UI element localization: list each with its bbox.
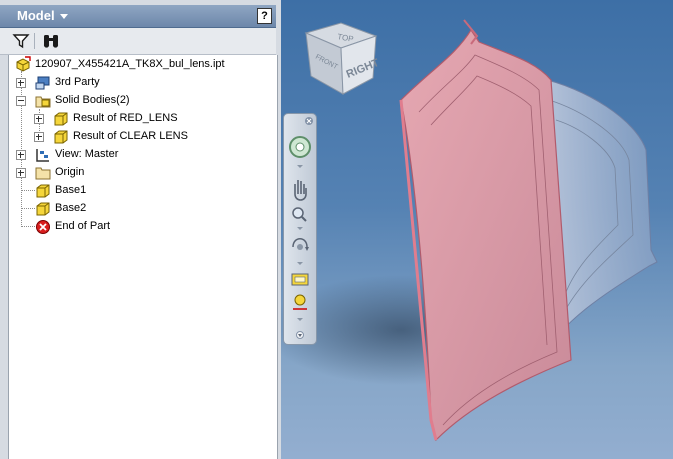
expand-toggle[interactable] — [34, 114, 44, 124]
expand-toggle[interactable] — [16, 150, 26, 160]
tree-item-label: Base1 — [55, 184, 87, 196]
collapse-toggle[interactable] — [16, 96, 26, 106]
body-feature-icon — [36, 202, 50, 216]
browser-toolbar — [0, 28, 276, 55]
chevron-down-icon[interactable] — [60, 14, 68, 19]
customize-icon[interactable] — [296, 331, 304, 339]
model-tree: 120907_X455421A_TK8X_bul_lens.ipt 3rd Pa… — [8, 55, 278, 459]
third-party-icon — [35, 76, 50, 90]
folder-icon — [35, 167, 51, 180]
navigation-bar — [283, 113, 317, 345]
tree-item-origin[interactable]: Origin — [9, 164, 269, 182]
tree-item-label: Result of CLEAR LENS — [73, 130, 188, 142]
tree-root-label: 120907_X455421A_TK8X_bul_lens.ipt — [35, 58, 225, 70]
pan-icon[interactable] — [294, 180, 307, 201]
tree-item-solid-bodies[interactable]: Solid Bodies(2) — [9, 92, 269, 110]
expand-toggle[interactable] — [16, 78, 26, 88]
solid-body-icon — [54, 130, 68, 144]
tree-item-label: End of Part — [55, 220, 111, 232]
tree-item-label: Result of RED_LENS — [73, 112, 178, 124]
tree-item-red-lens[interactable]: Result of RED_LENS — [9, 110, 269, 128]
tree-item-clear-lens[interactable]: Result of CLEAR LENS — [9, 128, 269, 146]
tree-item-label: Base2 — [55, 202, 87, 214]
steering-wheel-icon[interactable] — [289, 136, 311, 158]
toolbar-divider — [34, 33, 35, 49]
help-button[interactable]: ? — [257, 8, 272, 24]
filter-icon[interactable] — [12, 32, 30, 50]
expand-toggle[interactable] — [16, 168, 26, 178]
view-rep-icon — [36, 149, 49, 162]
tree-item-view-master[interactable]: View: Master — [9, 146, 269, 164]
tree-item-label: Origin — [55, 166, 85, 178]
navigation-bar-tools — [289, 117, 313, 339]
chevron-down-icon[interactable] — [297, 318, 303, 321]
viewcube[interactable]: TOP RIGHT FRONT — [301, 18, 381, 98]
tree-item-label: Solid Bodies(2) — [55, 94, 130, 106]
model-browser-panel: Model ? 120907_X455421A_TK8X_bul_lens.ip… — [0, 0, 281, 459]
chevron-down-icon[interactable] — [297, 262, 303, 265]
solid-body-icon — [54, 112, 68, 126]
tree-item-label: View: Master — [55, 148, 119, 160]
panel-title-menu[interactable]: Model — [17, 8, 55, 23]
body-feature-icon — [36, 184, 50, 198]
chevron-down-icon[interactable] — [297, 227, 303, 230]
binoculars-icon[interactable] — [42, 32, 60, 50]
expand-toggle[interactable] — [34, 132, 44, 142]
orbit-icon[interactable] — [292, 238, 309, 251]
look-at-icon[interactable] — [291, 273, 309, 286]
end-of-part-icon — [36, 220, 50, 234]
part-icon — [16, 56, 31, 72]
tree-item-base1[interactable]: Base1 — [9, 182, 269, 200]
graphics-viewport[interactable]: TOP RIGHT FRONT — [281, 0, 673, 459]
tree-item-base2[interactable]: Base2 — [9, 200, 269, 218]
chevron-down-icon[interactable] — [297, 165, 303, 168]
tree-item-3rd-party[interactable]: 3rd Party — [9, 74, 269, 92]
zoom-icon[interactable] — [292, 207, 307, 222]
panel-header: Model ? — [0, 5, 276, 28]
solid-bodies-icon — [35, 96, 51, 108]
tree-item-end-of-part[interactable]: End of Part — [9, 218, 269, 236]
tree-item-label: 3rd Party — [55, 76, 100, 88]
center-point-icon[interactable] — [293, 294, 307, 310]
